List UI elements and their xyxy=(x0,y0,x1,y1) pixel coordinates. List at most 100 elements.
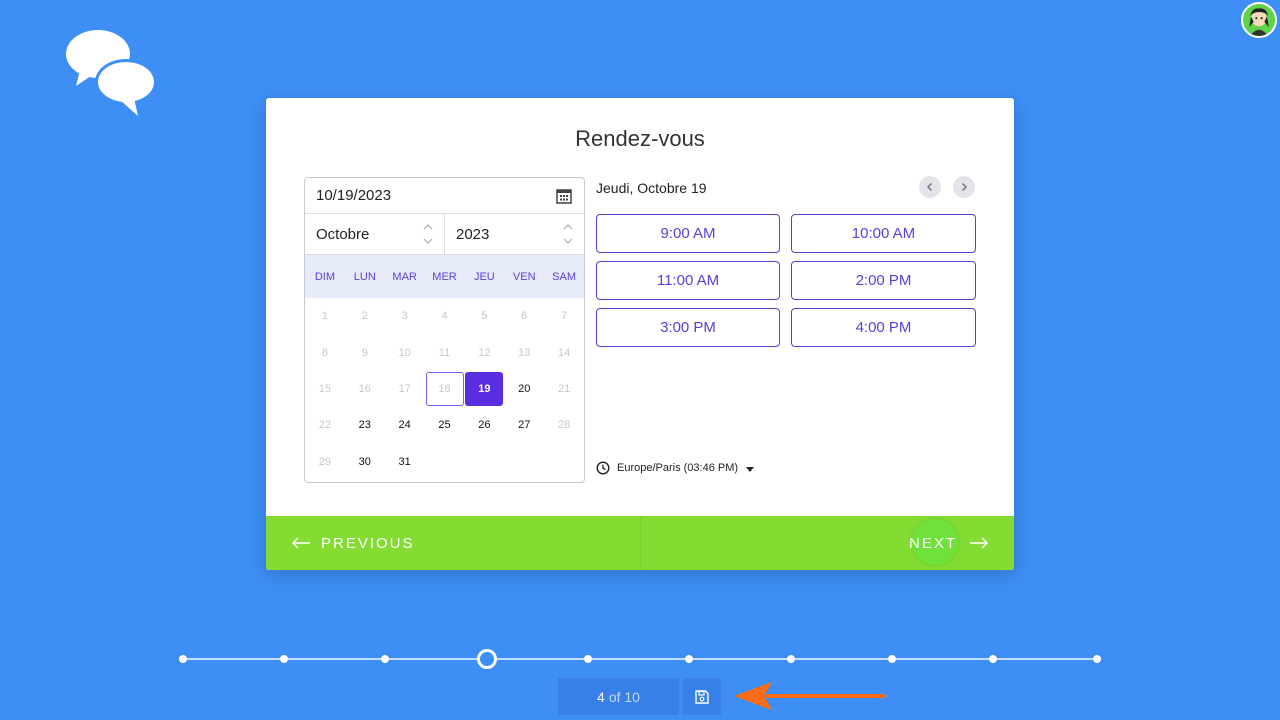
weekday-label: LUN xyxy=(353,270,376,283)
page-title: Rendez-vous xyxy=(575,126,705,151)
progress-step[interactable] xyxy=(280,655,288,663)
calendar-day[interactable]: 23 xyxy=(345,408,385,442)
selected-day-label: Jeudi, Octobre 19 xyxy=(596,180,707,196)
calendar-day-today-label: 18 xyxy=(425,371,464,406)
chevron-right-icon xyxy=(961,182,968,192)
calendar-day: 12 xyxy=(478,346,491,359)
calendar-day: 2 xyxy=(361,310,368,323)
calendar-week: 1 2 3 4 5 6 7 xyxy=(305,298,584,334)
annotation-arrow-icon xyxy=(734,682,886,710)
time-slot-button[interactable]: 4:00 PM xyxy=(791,308,976,347)
calendar-day: 14 xyxy=(557,346,571,359)
calendar-day-selected-label: 19 xyxy=(465,371,504,406)
calendar-day: 22 xyxy=(318,419,332,432)
calendar-day[interactable]: 26 xyxy=(464,408,504,442)
calendar-week: 8 9 10 11 12 13 14 xyxy=(305,334,584,370)
time-slot-button[interactable]: 2:00 PM xyxy=(791,261,976,300)
weekday-label: DIM xyxy=(314,270,336,283)
calendar-day-selected[interactable]: 19 xyxy=(464,371,504,406)
chat-bubbles-logo-icon xyxy=(66,30,157,116)
avatar-face-icon xyxy=(1249,8,1269,36)
calendar-day-empty xyxy=(425,445,465,479)
progress-step[interactable] xyxy=(1093,655,1101,663)
calendar-day: 28 xyxy=(557,419,571,432)
previous-day-button[interactable] xyxy=(919,176,941,198)
calendar-day[interactable]: 31 xyxy=(385,445,425,479)
calendar-day[interactable]: 25 xyxy=(425,408,465,442)
calendar-day: 29 xyxy=(318,455,332,468)
calendar-day: 6 xyxy=(521,310,528,323)
progress-step[interactable] xyxy=(888,655,896,663)
calendar-day: 4 xyxy=(441,310,448,323)
calendar-day: 3 xyxy=(401,310,408,323)
calendar-day[interactable]: 30 xyxy=(345,445,385,479)
arrow-right-icon xyxy=(970,537,989,549)
calendar-grid: 1 2 3 4 5 6 7 8 9 10 11 12 13 14 15 16 1… xyxy=(305,298,584,480)
previous-label: PREVIOUS xyxy=(321,534,415,552)
calendar-day[interactable]: 20 xyxy=(504,372,544,406)
caret-down-icon xyxy=(746,466,755,472)
calendar-day[interactable]: 24 xyxy=(385,408,425,442)
calendar-day-empty xyxy=(504,445,544,479)
weekday-label: MAR xyxy=(392,270,417,283)
chevron-left-icon xyxy=(926,182,933,192)
progress-step[interactable] xyxy=(584,655,592,663)
calendar-day: 9 xyxy=(361,346,368,359)
page-current: 4 xyxy=(597,688,605,705)
timezone-selector[interactable]: Europe/Paris (03:46 PM) xyxy=(596,461,755,475)
time-slot-button[interactable]: 3:00 PM xyxy=(596,308,780,347)
calendar-week: 22 23 24 25 26 27 28 xyxy=(305,407,584,443)
calendar-day: 10 xyxy=(398,346,411,359)
time-slot-button[interactable]: 9:00 AM xyxy=(596,214,780,253)
page-total: of 10 xyxy=(608,688,640,705)
next-label: NEXT xyxy=(908,534,957,552)
calendar-icon[interactable] xyxy=(556,188,572,204)
next-button[interactable]: NEXT xyxy=(641,516,1015,570)
time-slot-button[interactable]: 10:00 AM xyxy=(791,214,976,253)
timezone-label: Europe/Paris (03:46 PM) xyxy=(617,462,739,474)
year-value: 2023 xyxy=(456,225,490,243)
next-day-button[interactable] xyxy=(953,176,975,198)
calendar-day: 5 xyxy=(481,310,488,323)
month-selector[interactable]: Octobre xyxy=(305,214,444,254)
time-slot-button[interactable]: 11:00 AM xyxy=(596,261,780,300)
progress-step[interactable] xyxy=(787,655,795,663)
arrow-left-icon xyxy=(291,537,310,549)
weekday-label: VEN xyxy=(512,270,536,283)
wizard-footer: PREVIOUS NEXT xyxy=(266,516,1014,570)
calendar-day: 21 xyxy=(557,382,571,395)
weekday-label: MER xyxy=(432,270,457,283)
page-indicator: 4 of 10 xyxy=(558,678,679,715)
calendar-day: 7 xyxy=(561,310,568,323)
month-stepper-icon[interactable] xyxy=(422,220,434,248)
date-picker: 10/19/2023 Octobre 2023 DIM LUN MAR MER … xyxy=(304,177,585,483)
calendar-week: 29 30 31 xyxy=(305,444,584,480)
calendar-day: 8 xyxy=(321,346,328,359)
save-button[interactable] xyxy=(683,678,721,715)
date-input[interactable]: 10/19/2023 xyxy=(305,178,584,214)
clock-icon xyxy=(596,461,610,475)
appointment-card: Rendez-vous 10/19/2023 Octobre 2023 DIM … xyxy=(266,98,1014,570)
weekday-label: JEU xyxy=(473,270,495,283)
month-value: Octobre xyxy=(316,225,370,243)
weekday-label: SAM xyxy=(552,270,576,283)
date-input-value: 10/19/2023 xyxy=(316,187,392,204)
calendar-week: 15 16 17 18 19 20 21 xyxy=(305,371,584,407)
progress-step[interactable] xyxy=(989,655,997,663)
previous-button[interactable]: PREVIOUS xyxy=(266,516,641,570)
progress-track xyxy=(179,649,1101,669)
calendar-day-empty xyxy=(464,445,504,479)
time-slots: 9:00 AM 10:00 AM 11:00 AM 2:00 PM 3:00 P… xyxy=(596,214,976,347)
year-stepper-icon[interactable] xyxy=(562,220,574,248)
progress-step[interactable] xyxy=(685,655,693,663)
weekday-header: DIM LUN MAR MER JEU VEN SAM xyxy=(305,255,584,298)
calendar-day[interactable]: 27 xyxy=(504,408,544,442)
year-selector[interactable]: 2023 xyxy=(444,214,584,254)
progress-step[interactable] xyxy=(381,655,389,663)
floppy-disk-icon xyxy=(695,689,709,704)
user-avatar[interactable] xyxy=(1241,2,1277,38)
calendar-day: 11 xyxy=(438,346,451,359)
calendar-day: 15 xyxy=(318,382,332,395)
progress-step[interactable] xyxy=(179,655,187,663)
progress-step-current[interactable] xyxy=(477,649,497,669)
